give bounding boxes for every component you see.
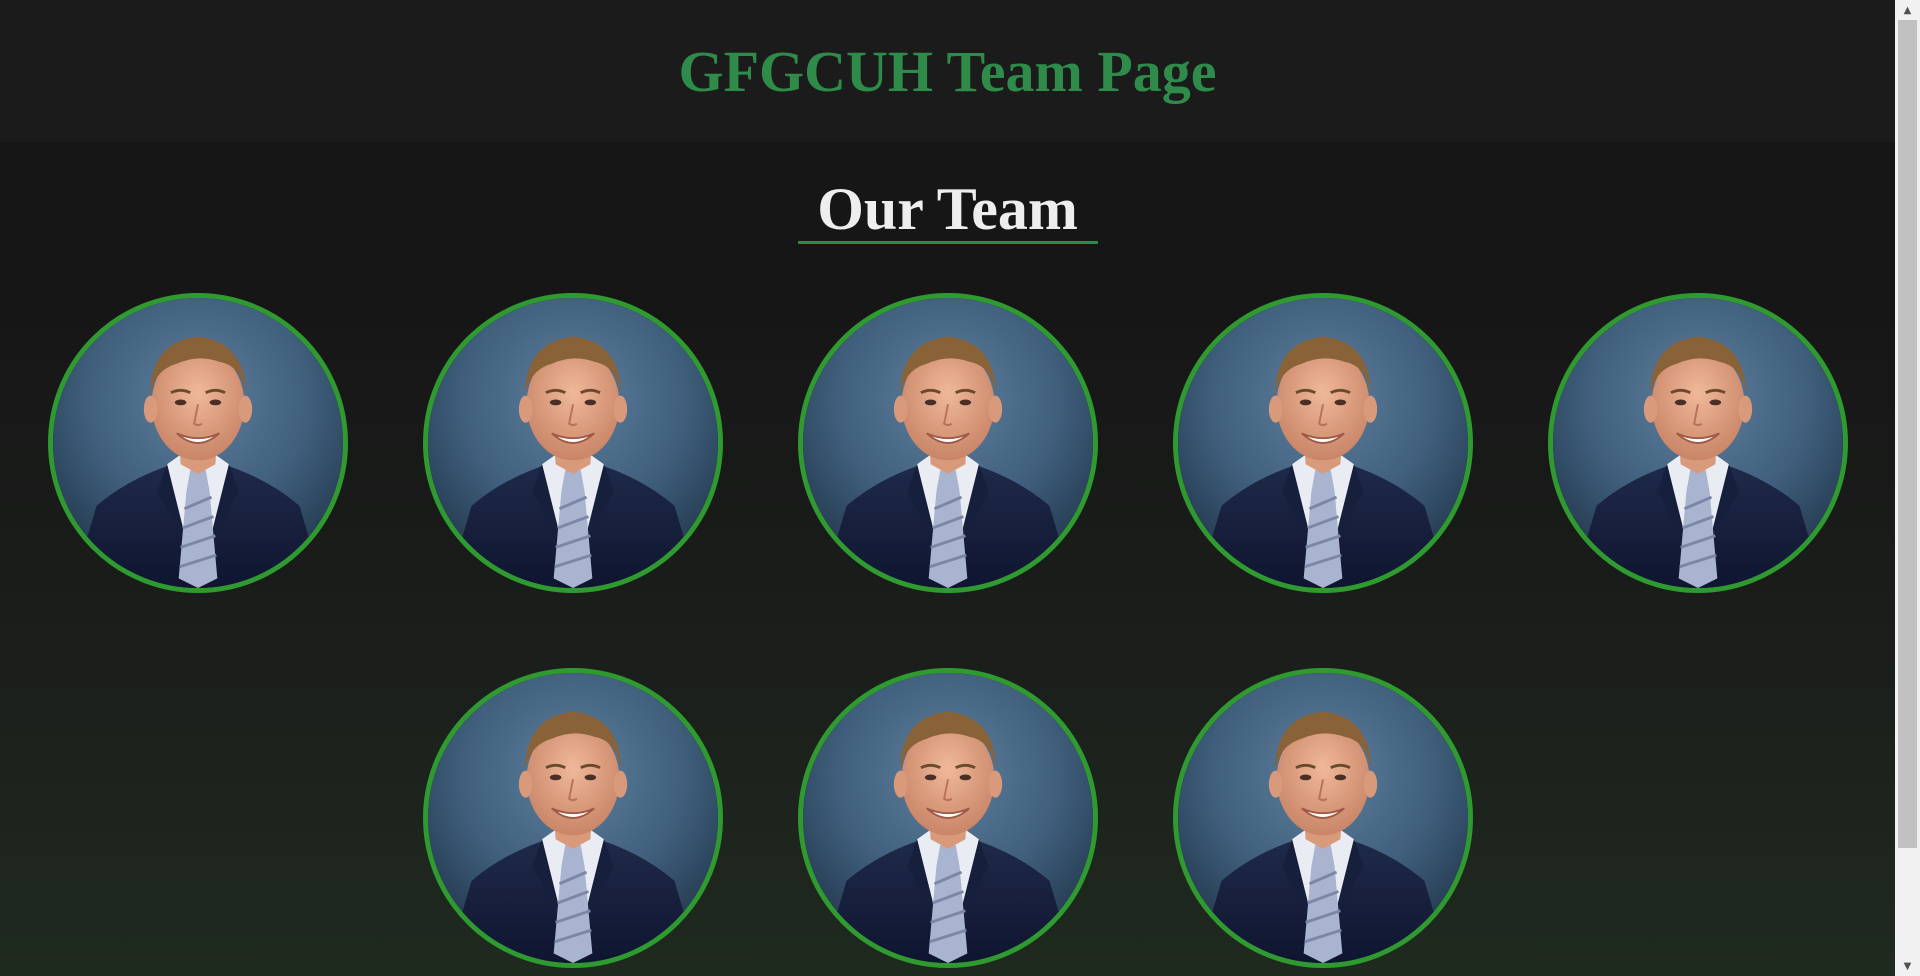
team-member-photo-2[interactable]	[423, 293, 723, 593]
team-member-photo-1[interactable]	[48, 293, 348, 593]
team-member-photo-6[interactable]	[423, 668, 723, 968]
team-member-photo-4[interactable]	[1173, 293, 1473, 593]
our-team-heading: Our Team	[817, 176, 1078, 242]
team-page: GFGCUH Team Page Our Team	[0, 0, 1895, 976]
viewport: GFGCUH Team Page Our Team ▲ ▼	[0, 0, 1920, 976]
team-member-photo-7[interactable]	[798, 668, 1098, 968]
team-member-portrait	[1178, 298, 1468, 588]
scroll-up-arrow-icon[interactable]: ▲	[1895, 0, 1920, 20]
team-member-photo-3[interactable]	[798, 293, 1098, 593]
vertical-scrollbar[interactable]: ▲ ▼	[1895, 0, 1920, 976]
heading-underline	[798, 241, 1098, 244]
team-member-portrait	[53, 298, 343, 588]
team-member-portrait	[428, 673, 718, 963]
team-member-portrait	[428, 298, 718, 588]
team-member-photo-8[interactable]	[1173, 668, 1473, 968]
scrollbar-thumb[interactable]	[1898, 20, 1917, 848]
team-member-portrait	[803, 298, 1093, 588]
page-header: GFGCUH Team Page	[0, 0, 1895, 142]
page-title: GFGCUH Team Page	[678, 39, 1217, 104]
scroll-down-arrow-icon[interactable]: ▼	[1895, 956, 1920, 976]
team-member-portrait	[1178, 673, 1468, 963]
team-member-portrait	[803, 673, 1093, 963]
team-member-photo-5[interactable]	[1548, 293, 1848, 593]
team-member-portrait	[1553, 298, 1843, 588]
